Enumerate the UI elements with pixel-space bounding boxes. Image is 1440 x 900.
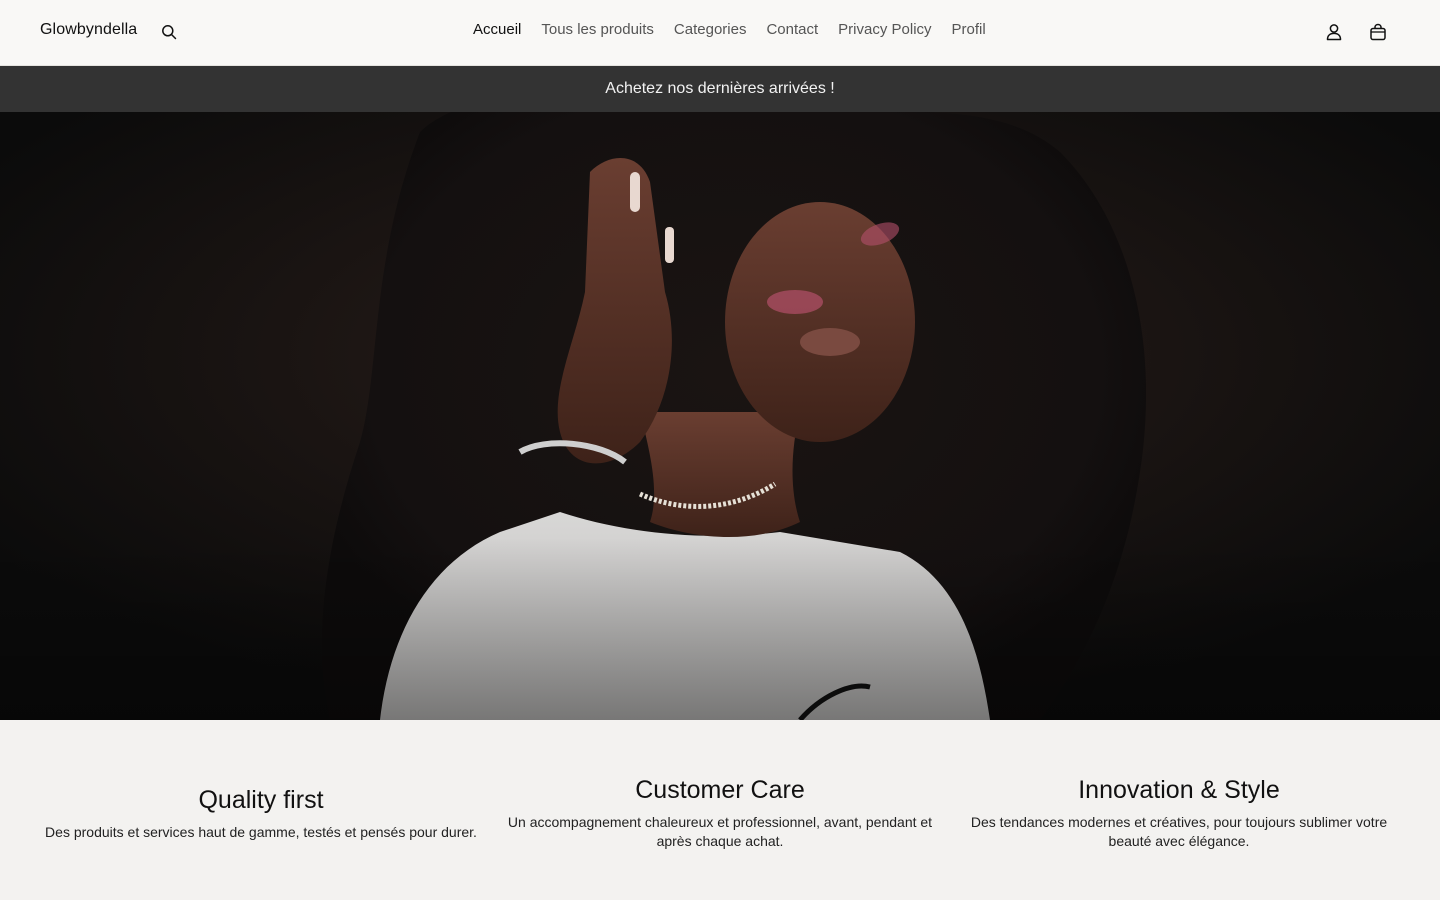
search-icon[interactable]: [158, 21, 180, 43]
feature-text: Des produits et services haut de gamme, …: [45, 824, 477, 840]
brand-logo[interactable]: Glowbyndella: [40, 21, 137, 39]
main-nav: Accueil Tous les produits Categories Con…: [473, 21, 986, 38]
feature-innovation: Innovation & Style Des tendances moderne…: [958, 776, 1400, 851]
site-header: Glowbyndella Accueil Tous les produits C…: [0, 0, 1440, 66]
feature-title: Quality first: [198, 786, 324, 814]
announcement-text: Achetez nos dernières arrivées !: [605, 80, 835, 97]
feature-quality: Quality first Des produits et services h…: [40, 786, 482, 842]
nav-privacy-policy[interactable]: Privacy Policy: [838, 21, 931, 38]
nav-profil[interactable]: Profil: [952, 21, 986, 38]
announcement-bar[interactable]: Achetez nos dernières arrivées !: [0, 66, 1440, 112]
nav-contact[interactable]: Contact: [766, 21, 818, 38]
feature-title: Customer Care: [635, 776, 805, 804]
feature-title: Innovation & Style: [1078, 776, 1280, 804]
nav-tous-les-produits[interactable]: Tous les produits: [541, 21, 654, 38]
hero-banner: [0, 112, 1440, 720]
features-section: Quality first Des produits et services h…: [0, 720, 1440, 900]
feature-customer-care: Customer Care Un accompagnement chaleure…: [499, 776, 941, 851]
feature-text: Un accompagnement chaleureux et professi…: [507, 814, 933, 849]
hero-image: [0, 112, 1440, 720]
feature-text: Des tendances modernes et créatives, pou…: [970, 814, 1388, 849]
user-icon[interactable]: [1322, 20, 1346, 44]
nav-categories[interactable]: Categories: [674, 21, 747, 38]
shopping-bag-icon[interactable]: [1366, 20, 1390, 44]
nav-accueil[interactable]: Accueil: [473, 21, 521, 38]
